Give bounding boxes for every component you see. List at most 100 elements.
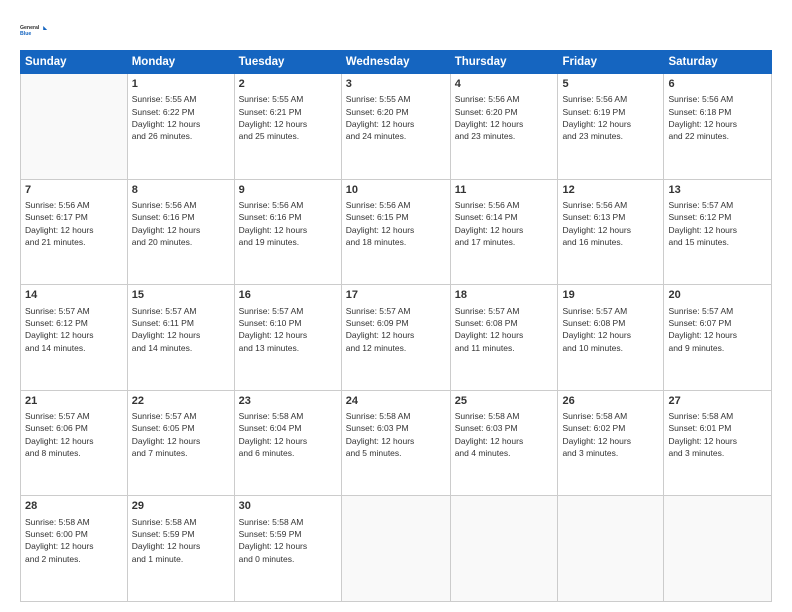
day-number: 5 (562, 77, 659, 92)
day-number: 1 (132, 77, 230, 92)
cell-info: Sunrise: 5:57 AMSunset: 6:05 PMDaylight:… (132, 410, 230, 459)
day-number: 22 (132, 394, 230, 409)
calendar-cell: 7Sunrise: 5:56 AMSunset: 6:17 PMDaylight… (21, 179, 128, 285)
calendar-cell: 29 Sunrise: 5:58 AMSunset: 5:59 PMDayligh… (127, 496, 234, 602)
day-number: 4 (455, 77, 554, 92)
calendar-cell (450, 496, 558, 602)
cell-info: Sunrise: 5:58 AMSunset: 5:59 PMDaylight:… (132, 516, 230, 565)
logo: GeneralBlue (20, 16, 48, 44)
day-number: 20 (668, 288, 767, 303)
calendar-cell: 25Sunrise: 5:58 AMSunset: 6:03 PMDayligh… (450, 390, 558, 496)
weekday-header-sunday: Sunday (21, 51, 128, 74)
cell-info: Sunrise: 5:57 AMSunset: 6:11 PMDaylight:… (132, 305, 230, 354)
cell-info: Sunrise: 5:58 AMSunset: 6:04 PMDaylight:… (239, 410, 337, 459)
calendar-cell: 27Sunrise: 5:58 AMSunset: 6:01 PMDayligh… (664, 390, 772, 496)
day-number: 29 (132, 499, 230, 514)
day-number: 24 (346, 394, 446, 409)
calendar-cell: 15 Sunrise: 5:57 AMSunset: 6:11 PMDayligh… (127, 285, 234, 391)
calendar-cell: 11Sunrise: 5:56 AMSunset: 6:14 PMDayligh… (450, 179, 558, 285)
calendar-cell (21, 74, 128, 180)
day-number: 28 (25, 499, 123, 514)
calendar-cell: 6Sunrise: 5:56 AMSunset: 6:18 PMDaylight… (664, 74, 772, 180)
logo-icon: GeneralBlue (20, 16, 48, 44)
cell-info: Sunrise: 5:55 AMSunset: 6:20 PMDaylight:… (346, 93, 446, 142)
cell-info: Sunrise: 5:57 AMSunset: 6:08 PMDaylight:… (455, 305, 554, 354)
day-number: 2 (239, 77, 337, 92)
calendar-cell (341, 496, 450, 602)
calendar-cell: 30Sunrise: 5:58 AMSunset: 5:59 PMDayligh… (234, 496, 341, 602)
weekday-header-wednesday: Wednesday (341, 51, 450, 74)
cell-info: Sunrise: 5:58 AMSunset: 6:03 PMDaylight:… (455, 410, 554, 459)
cell-info: Sunrise: 5:56 AMSunset: 6:16 PMDaylight:… (239, 199, 337, 248)
weekday-header-thursday: Thursday (450, 51, 558, 74)
week-row-2: 7Sunrise: 5:56 AMSunset: 6:17 PMDaylight… (21, 179, 772, 285)
calendar-cell: 16 Sunrise: 5:57 AMSunset: 6:10 PMDayligh… (234, 285, 341, 391)
calendar-cell: 20 Sunrise: 5:57 AMSunset: 6:07 PMDayligh… (664, 285, 772, 391)
calendar-cell: 24Sunrise: 5:58 AMSunset: 6:03 PMDayligh… (341, 390, 450, 496)
day-number: 17 (346, 288, 446, 303)
cell-info: Sunrise: 5:56 AMSunset: 6:18 PMDaylight:… (668, 93, 767, 142)
calendar-cell: 17 Sunrise: 5:57 AMSunset: 6:09 PMDayligh… (341, 285, 450, 391)
cell-info: Sunrise: 5:57 AMSunset: 6:06 PMDaylight:… (25, 410, 123, 459)
calendar-cell: 14Sunrise: 5:57 AMSunset: 6:12 PMDayligh… (21, 285, 128, 391)
day-number: 7 (25, 183, 123, 198)
day-number: 10 (346, 183, 446, 198)
cell-info: Sunrise: 5:58 AMSunset: 6:01 PMDaylight:… (668, 410, 767, 459)
day-number: 21 (25, 394, 123, 409)
week-row-5: 28 Sunrise: 5:58 AMSunset: 6:00 PMDayligh… (21, 496, 772, 602)
cell-info: Sunrise: 5:56 AMSunset: 6:15 PMDaylight:… (346, 199, 446, 248)
day-number: 15 (132, 288, 230, 303)
header: GeneralBlue (20, 16, 772, 44)
cell-info: Sunrise: 5:58 AMSunset: 6:02 PMDaylight:… (562, 410, 659, 459)
calendar-cell: 28 Sunrise: 5:58 AMSunset: 6:00 PMDayligh… (21, 496, 128, 602)
calendar-cell: 19 Sunrise: 5:57 AMSunset: 6:08 PMDayligh… (558, 285, 664, 391)
calendar-cell: 3Sunrise: 5:55 AMSunset: 6:20 PMDaylight… (341, 74, 450, 180)
cell-info: Sunrise: 5:55 AMSunset: 6:21 PMDaylight:… (239, 93, 337, 142)
weekday-header-tuesday: Tuesday (234, 51, 341, 74)
cell-info: Sunrise: 5:56 AMSunset: 6:17 PMDaylight:… (25, 199, 123, 248)
calendar-table: SundayMondayTuesdayWednesdayThursdayFrid… (20, 50, 772, 602)
calendar-cell: 1Sunrise: 5:55 AMSunset: 6:22 PMDaylight… (127, 74, 234, 180)
calendar-cell: 10Sunrise: 5:56 AMSunset: 6:15 PMDayligh… (341, 179, 450, 285)
weekday-header-row: SundayMondayTuesdayWednesdayThursdayFrid… (21, 51, 772, 74)
day-number: 30 (239, 499, 337, 514)
cell-info: Sunrise: 5:57 AMSunset: 6:12 PMDaylight:… (668, 199, 767, 248)
day-number: 19 (562, 288, 659, 303)
day-number: 14 (25, 288, 123, 303)
weekday-header-saturday: Saturday (664, 51, 772, 74)
cell-info: Sunrise: 5:58 AMSunset: 6:00 PMDaylight:… (25, 516, 123, 565)
day-number: 18 (455, 288, 554, 303)
cell-info: Sunrise: 5:57 AMSunset: 6:07 PMDaylight:… (668, 305, 767, 354)
calendar-cell: 9Sunrise: 5:56 AMSunset: 6:16 PMDaylight… (234, 179, 341, 285)
cell-info: Sunrise: 5:56 AMSunset: 6:14 PMDaylight:… (455, 199, 554, 248)
svg-text:General: General (20, 25, 40, 31)
day-number: 6 (668, 77, 767, 92)
day-number: 26 (562, 394, 659, 409)
day-number: 23 (239, 394, 337, 409)
day-number: 25 (455, 394, 554, 409)
calendar-cell: 4Sunrise: 5:56 AMSunset: 6:20 PMDaylight… (450, 74, 558, 180)
cell-info: Sunrise: 5:56 AMSunset: 6:13 PMDaylight:… (562, 199, 659, 248)
day-number: 3 (346, 77, 446, 92)
calendar-cell: 18 Sunrise: 5:57 AMSunset: 6:08 PMDayligh… (450, 285, 558, 391)
cell-info: Sunrise: 5:57 AMSunset: 6:10 PMDaylight:… (239, 305, 337, 354)
day-number: 11 (455, 183, 554, 198)
cell-info: Sunrise: 5:57 AMSunset: 6:08 PMDaylight:… (562, 305, 659, 354)
day-number: 8 (132, 183, 230, 198)
week-row-3: 14Sunrise: 5:57 AMSunset: 6:12 PMDayligh… (21, 285, 772, 391)
calendar-cell: 23Sunrise: 5:58 AMSunset: 6:04 PMDayligh… (234, 390, 341, 496)
weekday-header-monday: Monday (127, 51, 234, 74)
day-number: 13 (668, 183, 767, 198)
calendar-cell (558, 496, 664, 602)
day-number: 16 (239, 288, 337, 303)
cell-info: Sunrise: 5:56 AMSunset: 6:16 PMDaylight:… (132, 199, 230, 248)
calendar-cell: 8Sunrise: 5:56 AMSunset: 6:16 PMDaylight… (127, 179, 234, 285)
weekday-header-friday: Friday (558, 51, 664, 74)
day-number: 9 (239, 183, 337, 198)
week-row-4: 21Sunrise: 5:57 AMSunset: 6:06 PMDayligh… (21, 390, 772, 496)
cell-info: Sunrise: 5:57 AMSunset: 6:09 PMDaylight:… (346, 305, 446, 354)
calendar-cell: 13Sunrise: 5:57 AMSunset: 6:12 PMDayligh… (664, 179, 772, 285)
day-number: 12 (562, 183, 659, 198)
calendar-cell (664, 496, 772, 602)
calendar-cell: 21Sunrise: 5:57 AMSunset: 6:06 PMDayligh… (21, 390, 128, 496)
